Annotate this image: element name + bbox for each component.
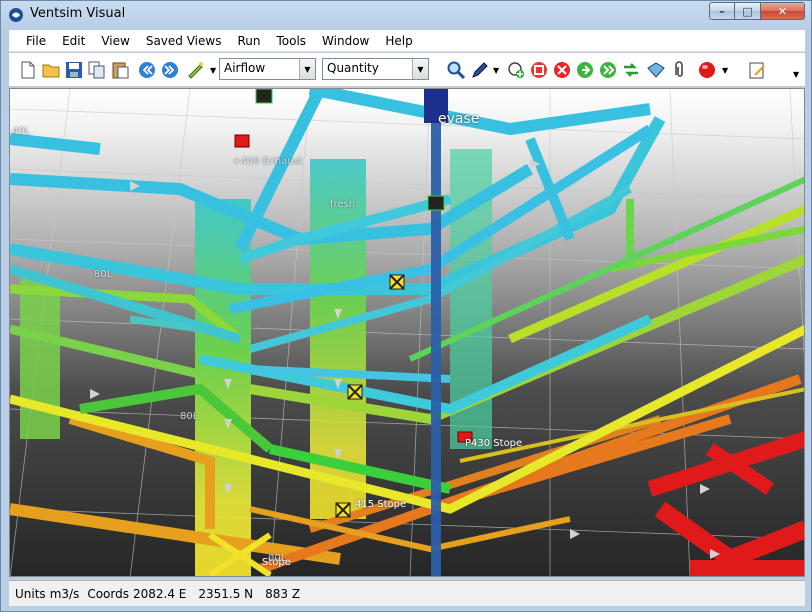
label-level-c: 80L — [180, 411, 199, 422]
menu-bar: File Edit View Saved Views Run Tools Win… — [9, 30, 805, 52]
color-dropdown-icon[interactable]: ▼ — [722, 66, 728, 75]
label-evase[interactable]: evase — [438, 111, 479, 127]
label-exhaust[interactable]: +400 Exhaust — [232, 156, 303, 167]
menu-file[interactable]: File — [9, 34, 54, 48]
view-3d-icon[interactable] — [646, 60, 666, 80]
save-icon[interactable] — [64, 60, 84, 80]
label-level-d: 00L — [268, 553, 287, 564]
units-label: Units — [15, 586, 46, 601]
maximize-button[interactable]: □ — [735, 2, 761, 20]
forward-icon[interactable] — [160, 60, 180, 80]
close-icon: ✕ — [777, 4, 788, 18]
menu-edit[interactable]: Edit — [54, 34, 93, 48]
toolbar-overflow-icon[interactable]: ▼ — [793, 70, 799, 79]
stop-red-icon[interactable] — [529, 60, 549, 80]
menu-tools[interactable]: Tools — [268, 34, 314, 48]
label-415-stope[interactable]: 415 Stope — [355, 499, 406, 510]
menu-window[interactable]: Window — [314, 34, 377, 48]
chevron-down-icon[interactable]: ▼ — [299, 59, 315, 79]
back-icon[interactable] — [137, 60, 157, 80]
chevron-down-icon[interactable]: ▼ — [412, 59, 428, 79]
label-p430-stope[interactable]: P430 Stope — [465, 438, 522, 449]
label-level-a: 40L — [12, 126, 31, 137]
menu-saved-views[interactable]: Saved Views — [138, 34, 230, 48]
grid — [10, 89, 804, 576]
window-controls: – □ ✕ — [709, 2, 805, 20]
maximize-icon: □ — [742, 4, 753, 18]
fan-add-icon[interactable] — [506, 60, 526, 80]
color-circle-icon[interactable] — [697, 60, 717, 80]
menu-view[interactable]: View — [93, 34, 137, 48]
data-value-value: Quantity — [327, 61, 379, 75]
label-fresh[interactable]: fresh — [330, 199, 355, 210]
toolbar: ▼ Airflow ▼ Quantity ▼ ▼ ▼ ▼ — [9, 53, 805, 87]
wand-dropdown-icon[interactable]: ▼ — [210, 66, 216, 75]
airways-lower — [10, 374, 804, 576]
zoom-icon[interactable] — [446, 60, 466, 80]
delete-icon[interactable] — [552, 60, 572, 80]
units-value: m3/s — [49, 586, 80, 601]
simulate-icon[interactable] — [621, 60, 641, 80]
coord-easting: 2082.4 E — [132, 586, 187, 601]
coord-elevation: 883 Z — [265, 586, 301, 601]
minimize-icon: – — [719, 4, 725, 18]
menu-run[interactable]: Run — [229, 34, 268, 48]
coords-label: Coords — [87, 586, 129, 601]
new-file-icon[interactable] — [18, 60, 38, 80]
fast-forward-icon[interactable] — [598, 60, 618, 80]
app-window: Ventsim Visual – □ ✕ File Edit View Save… — [0, 0, 812, 612]
pen-dropdown-icon[interactable]: ▼ — [493, 66, 499, 75]
attach-icon[interactable] — [669, 60, 689, 80]
data-type-select[interactable]: Airflow ▼ — [219, 58, 316, 80]
close-button[interactable]: ✕ — [761, 2, 805, 20]
wand-icon[interactable] — [186, 60, 206, 80]
paste-icon[interactable] — [110, 60, 130, 80]
app-logo-icon — [9, 8, 23, 22]
ventilation-model-3d[interactable] — [10, 89, 805, 577]
note-icon[interactable] — [747, 60, 767, 80]
minimize-button[interactable]: – — [709, 2, 735, 20]
coord-northing: 2351.5 N — [198, 586, 254, 601]
pen-icon[interactable] — [470, 60, 490, 80]
upcast-shaft — [431, 123, 441, 576]
copy-icon[interactable] — [87, 60, 107, 80]
data-type-value: Airflow — [224, 61, 266, 75]
menu-help[interactable]: Help — [377, 34, 420, 48]
data-value-select[interactable]: Quantity ▼ — [322, 58, 429, 80]
status-bar: Units m3/s Coords 2082.4 E 2351.5 N 883 … — [9, 580, 805, 606]
play-green-icon[interactable] — [575, 60, 595, 80]
open-folder-icon[interactable] — [41, 60, 61, 80]
title-bar[interactable]: Ventsim Visual – □ ✕ — [1, 1, 811, 29]
label-level-b: 80L — [94, 269, 113, 280]
window-title: Ventsim Visual — [30, 6, 126, 21]
model-viewport[interactable]: evase +400 Exhaust fresh P430 Stope 415 … — [9, 88, 805, 577]
